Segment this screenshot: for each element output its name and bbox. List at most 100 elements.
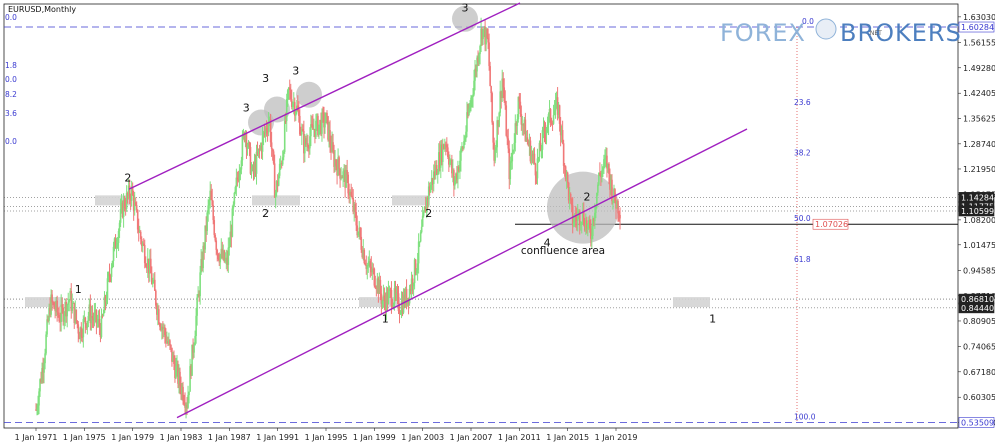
left-fib-label: 3.6 [5, 109, 17, 118]
y-tick-label: 1.56155 [963, 38, 995, 47]
price-tag-label: 1.07026 [815, 220, 848, 229]
price-tag-label: 1.14284 [961, 193, 994, 202]
wave-label-2: 2 [584, 190, 591, 203]
x-tick-label: 1 Jan 1995 [305, 433, 348, 442]
y-tick-label: 1.49280 [963, 64, 995, 73]
y-tick-label: 0.94585 [963, 266, 995, 275]
wave-label-2: 2 [425, 207, 432, 220]
x-tick-label: 1 Jan 1971 [15, 433, 58, 442]
x-tick-label: 1 Jan 1983 [160, 433, 203, 442]
candle-body [188, 391, 190, 396]
left-fib-label: 1.8 [5, 61, 17, 70]
wave-label-1: 1 [709, 312, 716, 325]
wave-label-3: 3 [461, 1, 468, 14]
y-tick-label: 1.08200 [963, 216, 995, 225]
logo-bull-icon [815, 18, 837, 40]
candle-body [135, 205, 138, 210]
logo-brokers-text: BROKERS [840, 19, 962, 47]
candle-body [110, 267, 113, 277]
candle-body [283, 120, 286, 152]
candle-body [233, 192, 236, 205]
candle-body [552, 115, 555, 124]
price-tag-label: 0.84440 [961, 304, 994, 313]
confluence-area-label: confluence area [521, 245, 605, 257]
wave-label-2: 2 [124, 172, 131, 185]
wave-label-1: 1 [75, 283, 82, 296]
candle-body [158, 309, 160, 325]
candle-body [102, 312, 105, 317]
candle-body [569, 193, 572, 199]
fib-level-label: 38.2 [794, 148, 811, 157]
candle-body [489, 66, 491, 87]
candle-body [533, 153, 536, 164]
candle-body [566, 172, 569, 183]
candle-body [338, 157, 340, 169]
y-tick-label: 0.74065 [963, 342, 995, 351]
left-fib-label: 0.0 [5, 75, 17, 84]
eurusd-chart[interactable]: 123332123421confluence area0.023.638.250… [0, 0, 995, 442]
x-tick-label: 1 Jan 2011 [498, 433, 541, 442]
candle-body [215, 240, 218, 250]
candle-body [199, 272, 201, 297]
candle-body [228, 246, 231, 248]
candle-body [193, 345, 195, 353]
fib-level-label: 50.0 [794, 214, 811, 223]
wave-label-3: 3 [292, 64, 299, 77]
wave-label-3: 3 [243, 101, 250, 114]
x-tick-label: 1 Jan 2003 [401, 433, 444, 442]
chart-title: EURUSD,Monthly [8, 5, 76, 14]
left-fib-label: 0.0 [5, 13, 17, 22]
candle-body [84, 317, 87, 324]
zone-rect [673, 297, 710, 308]
wave-label-3: 3 [262, 72, 269, 85]
candle-body [170, 344, 172, 348]
fib-level-label: 100.0 [794, 412, 816, 421]
zone-rect [392, 195, 430, 206]
forexbrokers-logo: FOREX BROKERS.NET [720, 18, 962, 47]
candle-body [324, 122, 326, 128]
y-tick-label: 0.67180 [963, 368, 995, 377]
y-tick-label: 1.01475 [963, 241, 995, 250]
candle-body [100, 315, 103, 337]
x-tick-label: 1 Jan 1987 [208, 433, 251, 442]
candle-body [68, 300, 71, 303]
candle-body [562, 143, 565, 166]
price-tag-label: 1.60284 [961, 23, 994, 32]
x-tick-label: 1 Jan 2015 [546, 433, 589, 442]
left-fib-label: 0.0 [5, 137, 17, 146]
candle-body [196, 297, 198, 316]
chart-window: 1 2 3 3 3 2 1 2 3 4 2 1 confluence area 0.0 23.6 38.2 50… [0, 0, 995, 442]
y-tick-label: 1.42405 [963, 89, 995, 98]
price-tag-label: 0.53509 [961, 418, 994, 427]
x-tick-label: 1 Jan 1999 [353, 433, 396, 442]
y-tick-label: 1.21950 [963, 165, 995, 174]
candle-body [241, 136, 244, 161]
x-tick-label: 1 Jan 2007 [450, 433, 493, 442]
candle-body [71, 303, 74, 311]
y-tick-label: 1.63030 [963, 13, 995, 22]
y-tick-label: 0.60305 [963, 393, 995, 402]
candle-body [75, 309, 78, 321]
x-tick-label: 1 Jan 1991 [256, 433, 299, 442]
logo-forex-text: FOREX [720, 19, 806, 47]
x-tick-label: 1 Jan 1979 [111, 433, 154, 442]
candle-body [420, 226, 423, 233]
candle-body [491, 93, 493, 123]
x-tick-label: 1 Jan 1975 [63, 433, 106, 442]
candle-body [326, 112, 328, 117]
fib-level-label: 61.8 [794, 255, 811, 264]
candle-body [270, 142, 273, 149]
wave-label-1: 1 [382, 312, 389, 325]
x-tick-label: 1 Jan 2019 [595, 433, 638, 442]
candle-body [213, 220, 216, 235]
y-tick-label: 0.80905 [963, 317, 995, 326]
candle-body [619, 214, 621, 219]
logo-badge: .NET [868, 30, 882, 37]
y-tick-label: 1.28740 [963, 140, 995, 149]
candle-body [419, 232, 422, 242]
candle-body [45, 334, 47, 354]
wave-label-2: 2 [262, 207, 269, 220]
candle-body [154, 279, 156, 291]
left-fib-label: 8.2 [5, 90, 17, 99]
price-tag-label: 1.10599 [961, 207, 994, 216]
